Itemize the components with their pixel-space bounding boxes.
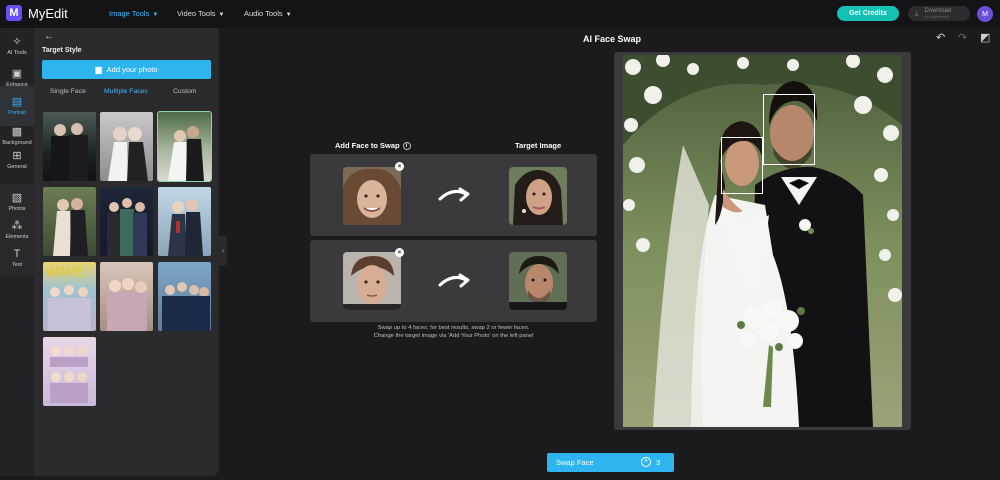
add-photo-label: Add your photo: [106, 65, 158, 74]
portrait-icon: ▤: [11, 95, 23, 108]
nav-label: Audio Tools: [244, 9, 283, 18]
chevron-down-icon: ▼: [218, 12, 225, 18]
source-face-1[interactable]: [343, 167, 401, 225]
panel-title: Target Style: [42, 47, 82, 54]
download-icon: ⤓: [915, 8, 919, 18]
tab-custom[interactable]: Custom: [173, 88, 196, 95]
face-detection-box[interactable]: [721, 137, 763, 194]
nav-label: Image Tools: [109, 9, 150, 18]
download-button[interactable]: ⤓ Download No Watermark: [908, 6, 970, 21]
add-face-title: Add Face to Swap i: [335, 141, 411, 151]
tab-single-face[interactable]: Single Face: [50, 88, 86, 95]
template-thumbnail[interactable]: [100, 187, 153, 256]
arrow-right-icon: [438, 187, 470, 202]
rail-item-text[interactable]: T Text: [0, 240, 34, 276]
logo-mark: M: [6, 5, 22, 21]
info-icon[interactable]: i: [402, 142, 411, 151]
template-thumbnail[interactable]: [100, 112, 153, 181]
avatar[interactable]: M: [977, 6, 993, 22]
template-thumbnail[interactable]: [158, 262, 211, 331]
back-arrow-icon[interactable]: ←: [44, 31, 54, 42]
rail-label: Text: [11, 261, 23, 268]
rail-label: Elements: [5, 233, 29, 240]
compare-icon[interactable]: ◩: [980, 31, 990, 44]
face-pair-row: ×: [310, 240, 597, 322]
svg-text:WAVE: WAVE: [46, 264, 84, 279]
chevron-left-icon: ‹: [221, 247, 225, 255]
template-thumbnail[interactable]: [157, 111, 212, 182]
rail-item-general[interactable]: ⊞ General: [0, 142, 34, 178]
target-face-2[interactable]: [509, 252, 567, 310]
swap-instructions: Swap up to 4 faces; for best results, sw…: [310, 324, 597, 340]
magic-wand-icon: ✧: [12, 35, 22, 48]
undo-icon[interactable]: ↶: [936, 31, 945, 44]
background-icon: ▩: [11, 125, 23, 138]
swap-face-label: Swap Face: [556, 458, 594, 467]
remove-face-button[interactable]: ×: [395, 248, 404, 257]
add-face-title-text: Add Face to Swap: [335, 141, 400, 150]
remove-face-button[interactable]: ×: [395, 162, 404, 171]
rail-label: AI Tools: [7, 49, 27, 56]
note-line: Swap up to 4 faces; for best results, sw…: [377, 325, 530, 331]
download-sub-label: No Watermark: [924, 14, 949, 19]
target-image-title: Target Image: [515, 141, 562, 150]
redo-icon[interactable]: ↷: [958, 31, 967, 44]
template-thumbnail[interactable]: WAVE: [43, 262, 96, 331]
app-logo[interactable]: M MyEdit: [6, 5, 68, 21]
template-thumbnail[interactable]: [43, 337, 96, 406]
add-photo-button[interactable]: ▆ Add your photo: [42, 60, 211, 79]
chevron-down-icon: ▼: [285, 12, 292, 18]
rail-label: General: [7, 163, 27, 170]
left-rail: ✧ AI Tools ▣ Enhance ▤ Portrait ▩ Background…: [0, 28, 34, 476]
page-title: AI Face Swap: [583, 34, 642, 44]
image-enhance-icon: ▣: [11, 67, 23, 80]
top-bar: M MyEdit Image Tools ▼ Video Tools ▼ Audio…: [0, 0, 1000, 28]
source-face-2[interactable]: [343, 252, 401, 310]
credit-icon: +: [641, 457, 651, 467]
nav-audio-tools[interactable]: Audio Tools ▼: [244, 9, 292, 18]
target-face-1[interactable]: [509, 167, 567, 225]
credit-cost: 3: [656, 458, 661, 467]
collapse-panel-button[interactable]: ‹: [219, 236, 227, 266]
nav-label: Video Tools: [177, 9, 216, 18]
template-thumbnail[interactable]: [43, 187, 96, 256]
rail-label: Photos: [8, 205, 26, 212]
app-name: MyEdit: [28, 5, 68, 21]
arrow-right-icon: [438, 273, 470, 288]
nav-image-tools[interactable]: Image Tools ▼: [109, 9, 158, 18]
get-credits-button[interactable]: Get Credits: [837, 6, 899, 21]
text-icon: T: [13, 247, 21, 260]
rail-label: Portrait: [8, 109, 26, 116]
face-pair-row: ×: [310, 154, 597, 236]
face-detection-box[interactable]: [763, 94, 815, 165]
elements-icon: ⁂: [11, 219, 23, 232]
swap-face-button[interactable]: Swap Face + 3: [547, 453, 674, 472]
target-style-panel: ← Target Style ▆ Add your photo Single Fa…: [34, 28, 219, 476]
template-thumbnail[interactable]: [158, 187, 211, 256]
note-line: Change the target image via 'Add Your Ph…: [373, 333, 534, 339]
grid-icon: ⊞: [12, 149, 22, 162]
tab-multiple-faces[interactable]: Multiple Faces: [104, 88, 148, 95]
chevron-down-icon: ▼: [152, 12, 159, 18]
folder-plus-icon: ▆: [95, 65, 102, 74]
photo-icon: ▧: [11, 191, 23, 204]
download-label: Download No Watermark: [924, 7, 952, 19]
template-thumbnail[interactable]: [100, 262, 153, 331]
nav-video-tools[interactable]: Video Tools ▼: [177, 9, 224, 18]
rail-item-ai-tools[interactable]: ✧ AI Tools: [0, 28, 34, 64]
template-thumbnail[interactable]: [43, 112, 96, 181]
